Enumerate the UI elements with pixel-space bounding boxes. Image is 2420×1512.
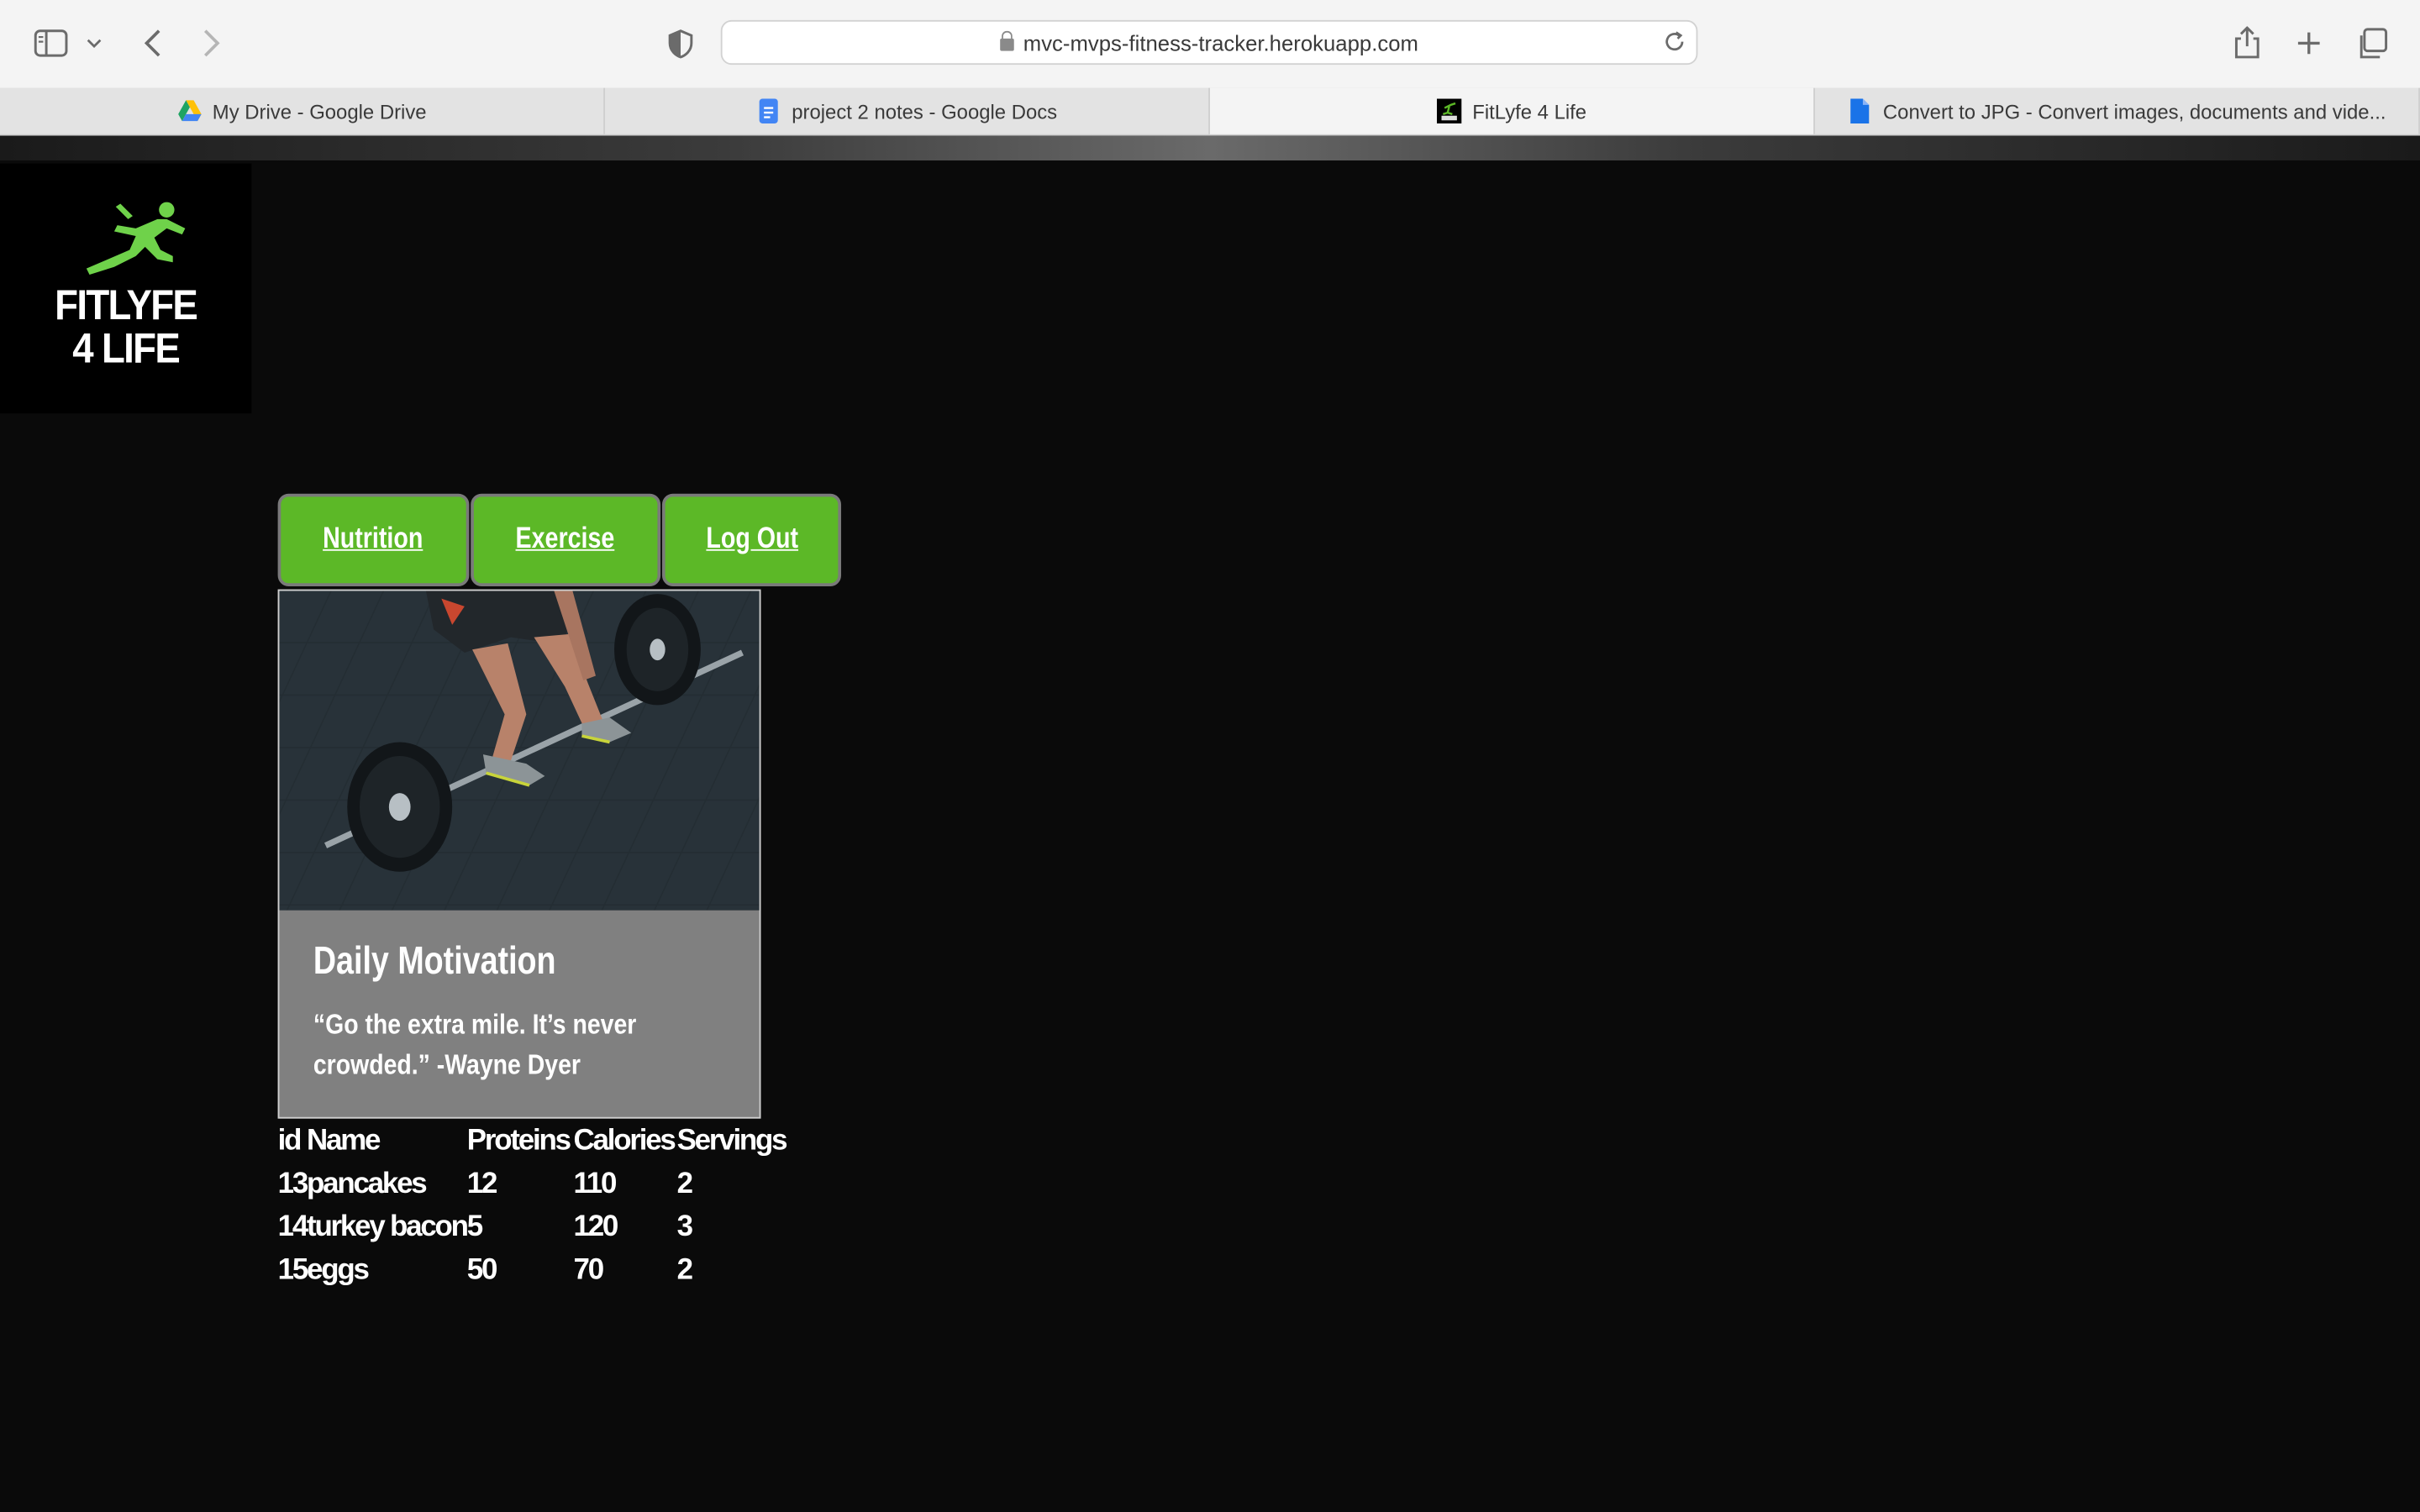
cell-name: turkey bacon xyxy=(307,1210,469,1244)
share-icon[interactable] xyxy=(2230,26,2264,60)
url-text: mvc-mvps-fitness-tracker.herokuapp.com xyxy=(723,30,1697,56)
cell-id: 13 xyxy=(277,1168,309,1200)
privacy-shield-icon[interactable] xyxy=(664,26,697,60)
sidebar-toggle-icon[interactable] xyxy=(34,26,68,60)
tab-overview-icon[interactable] xyxy=(2355,26,2389,60)
motivation-quote: “Go the extra mile. It’s never crowded.”… xyxy=(313,1009,637,1080)
logo-line-2: 4 LIFE xyxy=(72,325,180,372)
table-header-row: id Name Proteins Calories Servings xyxy=(277,1120,788,1163)
document-icon xyxy=(1850,98,1870,123)
cell-calories: 110 xyxy=(573,1168,618,1200)
fitlyfe-favicon xyxy=(1437,98,1462,123)
tab-label: My Drive - Google Drive xyxy=(212,99,427,123)
food-log-table: id Name Proteins Calories Servings 13 pa… xyxy=(277,1120,788,1293)
tab-google-drive[interactable]: My Drive - Google Drive xyxy=(0,87,605,134)
logo-line-1: FITLYFE xyxy=(55,282,198,329)
page-content: FITLYFE 4 LIFE Nutrition Exercise Log Ou… xyxy=(0,135,2420,1512)
cell-servings: 3 xyxy=(676,1210,693,1244)
cell-name: eggs xyxy=(307,1254,370,1287)
new-tab-plus-icon[interactable] xyxy=(2292,26,2326,60)
card-title: Daily Motivation xyxy=(313,939,556,983)
lock-icon xyxy=(1000,30,1014,51)
url-value: mvc-mvps-fitness-tracker.herokuapp.com xyxy=(1023,30,1418,56)
tab-label: project 2 notes - Google Docs xyxy=(792,99,1058,123)
cell-servings: 2 xyxy=(676,1254,693,1287)
cell-calories: 70 xyxy=(573,1254,605,1287)
tab-label: Convert to JPG - Convert images, documen… xyxy=(1882,99,2386,123)
tab-bar: My Drive - Google Drive project 2 notes … xyxy=(0,87,2420,136)
tab-fitlyfe[interactable]: FitLyfe 4 Life xyxy=(1210,87,1815,134)
header-gradient-bar xyxy=(0,135,2420,161)
chevron-down-icon[interactable] xyxy=(83,26,105,60)
cell-id: 15 xyxy=(277,1254,309,1287)
cell-servings: 2 xyxy=(676,1168,693,1200)
cell-id: 14 xyxy=(277,1210,309,1244)
back-arrow-icon[interactable] xyxy=(136,26,170,60)
table-row: 15 eggs 50 70 2 xyxy=(278,1250,786,1293)
reload-icon[interactable] xyxy=(1662,29,1686,54)
address-bar[interactable]: mvc-mvps-fitness-tracker.herokuapp.com xyxy=(720,19,1698,66)
motivation-card: Daily Motivation “Go the extra mile. It’… xyxy=(277,589,761,1119)
cell-calories: 120 xyxy=(573,1210,619,1244)
nutrition-label: Nutrition xyxy=(323,522,424,556)
forward-arrow-icon[interactable] xyxy=(194,26,228,60)
google-docs-icon xyxy=(759,98,778,123)
nutrition-button[interactable]: Nutrition xyxy=(277,493,470,586)
exercise-label: Exercise xyxy=(516,522,616,556)
logo-text: FITLYFE 4 LIFE xyxy=(10,284,241,370)
browser-window: mvc-mvps-fitness-tracker.herokuapp.com M… xyxy=(0,0,2420,1512)
cell-proteins: 5 xyxy=(466,1210,483,1244)
sprinter-icon xyxy=(86,202,186,275)
logout-label: Log Out xyxy=(705,522,798,556)
exercise-button[interactable]: Exercise xyxy=(471,493,661,586)
google-drive-icon xyxy=(177,100,202,122)
header-name: Name xyxy=(307,1124,381,1158)
header-calories: Calories xyxy=(573,1124,676,1158)
table-row: 14 turkey bacon 5 120 3 xyxy=(278,1206,786,1249)
tab-convert-jpg[interactable]: Convert to JPG - Convert images, documen… xyxy=(1815,87,2420,134)
logout-button[interactable]: Log Out xyxy=(661,493,842,586)
cell-name: pancakes xyxy=(307,1168,428,1200)
tab-google-docs[interactable]: project 2 notes - Google Docs xyxy=(605,87,1210,134)
tab-label: FitLyfe 4 Life xyxy=(1472,99,1587,123)
cell-proteins: 12 xyxy=(466,1168,498,1200)
cell-proteins: 50 xyxy=(466,1254,498,1287)
site-logo[interactable]: FITLYFE 4 LIFE xyxy=(0,163,252,414)
deadlift-photo xyxy=(279,591,760,911)
header-servings: Servings xyxy=(676,1124,788,1158)
header-id: id xyxy=(277,1124,302,1158)
header-proteins: Proteins xyxy=(466,1124,571,1158)
table-row: 13 pancakes 12 110 2 xyxy=(278,1163,786,1206)
browser-toolbar: mvc-mvps-fitness-tracker.herokuapp.com xyxy=(0,0,2420,90)
